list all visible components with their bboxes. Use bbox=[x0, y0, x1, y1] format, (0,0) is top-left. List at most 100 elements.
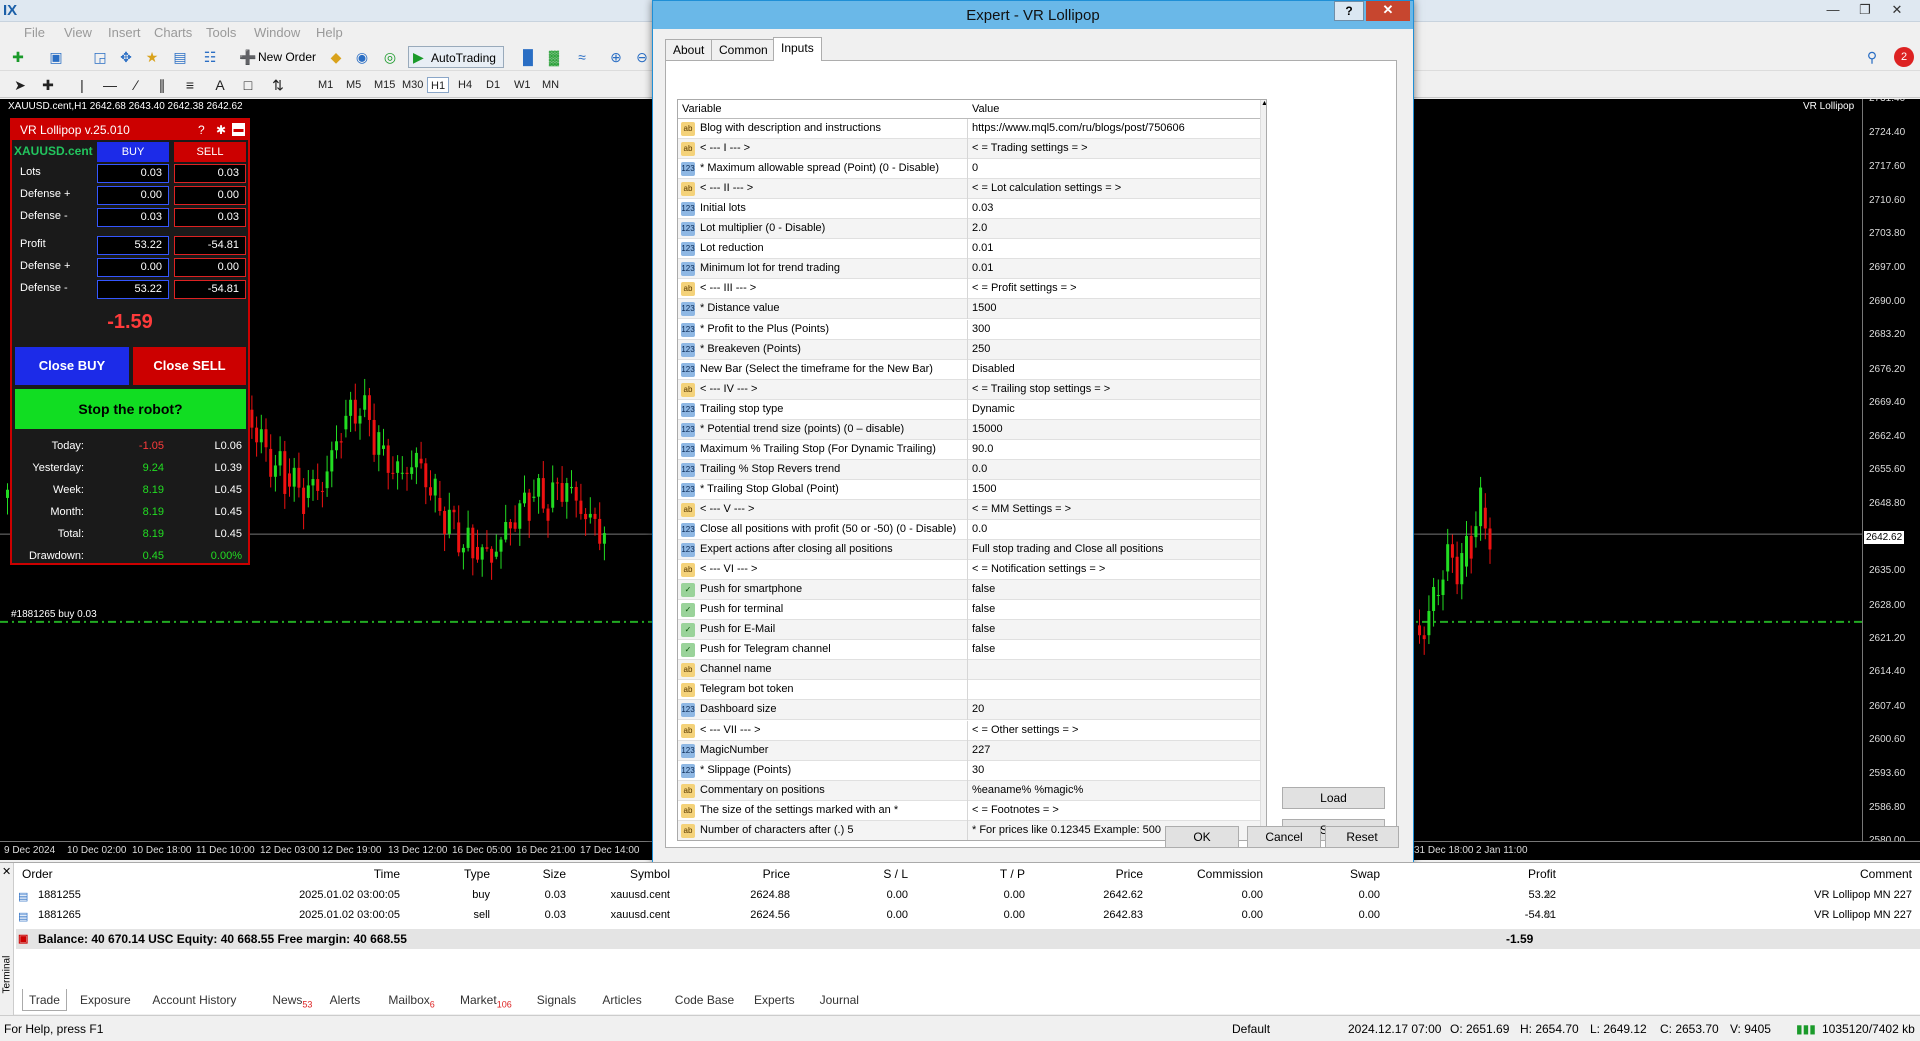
input-row[interactable]: ✓ Push for smartphone false bbox=[678, 580, 1260, 601]
tab-inputs[interactable]: Inputs bbox=[773, 37, 822, 61]
crosshair-icon[interactable]: ✚ bbox=[38, 75, 58, 95]
col-header[interactable]: T / P bbox=[918, 867, 1025, 885]
minimize-icon[interactable]: — bbox=[1818, 0, 1848, 20]
stop-robot-button[interactable]: Stop the robot? bbox=[15, 389, 246, 429]
input-value[interactable]: 0.0 bbox=[969, 460, 1259, 480]
input-row[interactable]: ab The size of the settings marked with a… bbox=[678, 800, 1260, 821]
col-header[interactable]: Profit bbox=[1390, 867, 1556, 885]
tester-icon[interactable]: ☷ bbox=[200, 47, 220, 67]
maximize-icon[interactable]: ❐ bbox=[1850, 0, 1880, 20]
input-row[interactable]: 123 Expert actions after closing all posi… bbox=[678, 540, 1260, 561]
input-value[interactable]: < = Other settings = > bbox=[969, 721, 1259, 741]
input-row[interactable]: 123 Maximum % Trailing Stop (For Dynamic … bbox=[678, 439, 1260, 460]
input-row[interactable]: ab Commentary on positions %eaname% %magic… bbox=[678, 780, 1260, 801]
terminal-tab-exposure[interactable]: Exposure bbox=[74, 989, 137, 1011]
reset-button[interactable]: Reset bbox=[1325, 826, 1399, 848]
input-row[interactable]: 123 * Potential trend size (points) (0 – … bbox=[678, 419, 1260, 440]
input-value[interactable]: false bbox=[969, 620, 1259, 640]
robot-buy-value[interactable]: 0.03 bbox=[97, 208, 169, 227]
vps-icon[interactable]: ◎ bbox=[380, 47, 400, 67]
col-header[interactable]: Swap bbox=[1270, 867, 1380, 885]
input-row[interactable]: 123 Lot reduction 0.01 bbox=[678, 239, 1260, 260]
robot-buy-value[interactable]: 53.22 bbox=[97, 236, 169, 255]
dialog-help-button[interactable]: ? bbox=[1334, 1, 1364, 21]
data-window-icon[interactable]: ✥ bbox=[116, 47, 136, 67]
terminal-tab-alerts[interactable]: Alerts bbox=[324, 989, 367, 1011]
robot-sell-value[interactable]: -54.81 bbox=[174, 280, 246, 299]
input-row[interactable]: 123 Lot multiplier (0 - Disable) 2.0 bbox=[678, 219, 1260, 240]
dialog-close-button[interactable]: ✕ bbox=[1366, 1, 1410, 21]
timeframe-d1[interactable]: D1 bbox=[483, 77, 503, 93]
grid-scrollbar[interactable]: ▲ ▼ bbox=[1260, 100, 1266, 840]
robot-sell-value[interactable]: 0.03 bbox=[174, 164, 246, 183]
input-row[interactable]: 123 * Trailing Stop Global (Point) 1500 bbox=[678, 479, 1260, 500]
menu-window[interactable]: Window bbox=[254, 25, 300, 40]
input-value[interactable]: 1500 bbox=[969, 299, 1259, 319]
input-value[interactable]: Dynamic bbox=[969, 400, 1259, 420]
terminal-tab-experts[interactable]: Experts bbox=[748, 989, 801, 1011]
input-row[interactable]: ab Channel name bbox=[678, 660, 1260, 681]
terminal-tab-mailbox[interactable]: Mailbox6 bbox=[382, 989, 440, 1011]
fibonacci-icon[interactable]: ≡ bbox=[180, 75, 200, 95]
input-value[interactable] bbox=[969, 680, 1259, 700]
robot-sell-value[interactable]: -54.81 bbox=[174, 236, 246, 255]
input-row[interactable]: ab < --- II --- > < = Lot calculation sett… bbox=[678, 179, 1260, 200]
input-row[interactable]: 123 Trailing % Stop Revers trend 0.0 bbox=[678, 459, 1260, 480]
line-chart-icon[interactable]: ≈ bbox=[572, 47, 592, 67]
terminal-tab-code-base[interactable]: Code Base bbox=[669, 989, 740, 1011]
input-value[interactable]: 0.03 bbox=[969, 199, 1259, 219]
input-value[interactable]: < = Footnotes = > bbox=[969, 801, 1259, 821]
help-icon[interactable]: ? bbox=[198, 120, 205, 140]
shapes-icon[interactable]: ⇅ bbox=[268, 75, 288, 95]
terminal-tab-account-history[interactable]: Account History bbox=[146, 989, 242, 1011]
terminal-tab-journal[interactable]: Journal bbox=[814, 989, 865, 1011]
input-value[interactable]: 0 bbox=[969, 159, 1259, 179]
menu-view[interactable]: View bbox=[64, 25, 92, 40]
input-row[interactable]: 123 * Slippage (Points) 30 bbox=[678, 760, 1260, 781]
settings-icon[interactable]: ✱ bbox=[216, 120, 226, 140]
robot-buy-button[interactable]: BUY bbox=[97, 142, 169, 162]
terminal-tab-trade[interactable]: Trade bbox=[22, 989, 67, 1011]
input-row[interactable]: 123 Initial lots 0.03 bbox=[678, 199, 1260, 220]
close-buy-button[interactable]: Close BUY bbox=[15, 347, 129, 385]
input-value[interactable]: < = Lot calculation settings = > bbox=[969, 179, 1259, 199]
signals-icon[interactable]: ◉ bbox=[352, 47, 372, 67]
close-icon[interactable]: ✕ bbox=[1882, 0, 1912, 20]
col-header[interactable]: Type bbox=[335, 867, 490, 885]
menu-help[interactable]: Help bbox=[316, 25, 343, 40]
input-value[interactable]: %eaname% %magic% bbox=[969, 781, 1259, 801]
input-row[interactable]: 123 Dashboard size 20 bbox=[678, 700, 1260, 721]
input-row[interactable]: ab Blog with description and instructions… bbox=[678, 119, 1260, 139]
terminal-tab-articles[interactable]: Articles bbox=[596, 989, 647, 1011]
input-value[interactable]: false bbox=[969, 580, 1259, 600]
menu-tools[interactable]: Tools bbox=[206, 25, 236, 40]
input-value[interactable]: 0.0 bbox=[969, 520, 1259, 540]
col-header[interactable]: Comment bbox=[1562, 867, 1912, 885]
input-value[interactable]: < = Profit settings = > bbox=[969, 279, 1259, 299]
label-icon[interactable]: □ bbox=[238, 75, 258, 95]
terminal-tab-signals[interactable]: Signals bbox=[531, 989, 582, 1011]
minimize-panel-icon[interactable]: ▬ bbox=[232, 123, 245, 136]
input-value[interactable]: 20 bbox=[969, 700, 1259, 720]
bar-chart-icon[interactable]: █ bbox=[518, 47, 538, 67]
robot-buy-value[interactable]: 0.00 bbox=[97, 186, 169, 205]
vertical-line-icon[interactable]: | bbox=[72, 75, 92, 95]
input-value[interactable]: < = Notification settings = > bbox=[969, 560, 1259, 580]
cancel-button[interactable]: Cancel bbox=[1247, 826, 1321, 848]
input-value[interactable]: 0.01 bbox=[969, 239, 1259, 259]
input-value[interactable]: 30 bbox=[969, 761, 1259, 781]
col-variable[interactable]: Variable bbox=[682, 103, 722, 115]
terminal-icon[interactable]: ▤ bbox=[170, 47, 190, 67]
robot-buy-value[interactable]: 0.03 bbox=[97, 164, 169, 183]
channel-icon[interactable]: ∥ bbox=[152, 75, 172, 95]
scroll-up-icon[interactable]: ▲ bbox=[1261, 100, 1266, 114]
market-watch-icon[interactable]: ◲ bbox=[90, 47, 110, 67]
horizontal-line-icon[interactable]: — bbox=[100, 75, 120, 95]
close-sell-button[interactable]: Close SELL bbox=[133, 347, 246, 385]
navigator-icon[interactable]: ★ bbox=[142, 47, 162, 67]
input-value[interactable]: Disabled bbox=[969, 360, 1259, 380]
timeframe-mn[interactable]: MN bbox=[539, 77, 562, 93]
robot-buy-value[interactable]: 53.22 bbox=[97, 280, 169, 299]
col-value[interactable]: Value bbox=[972, 103, 999, 115]
timeframe-m1[interactable]: M1 bbox=[315, 77, 336, 93]
